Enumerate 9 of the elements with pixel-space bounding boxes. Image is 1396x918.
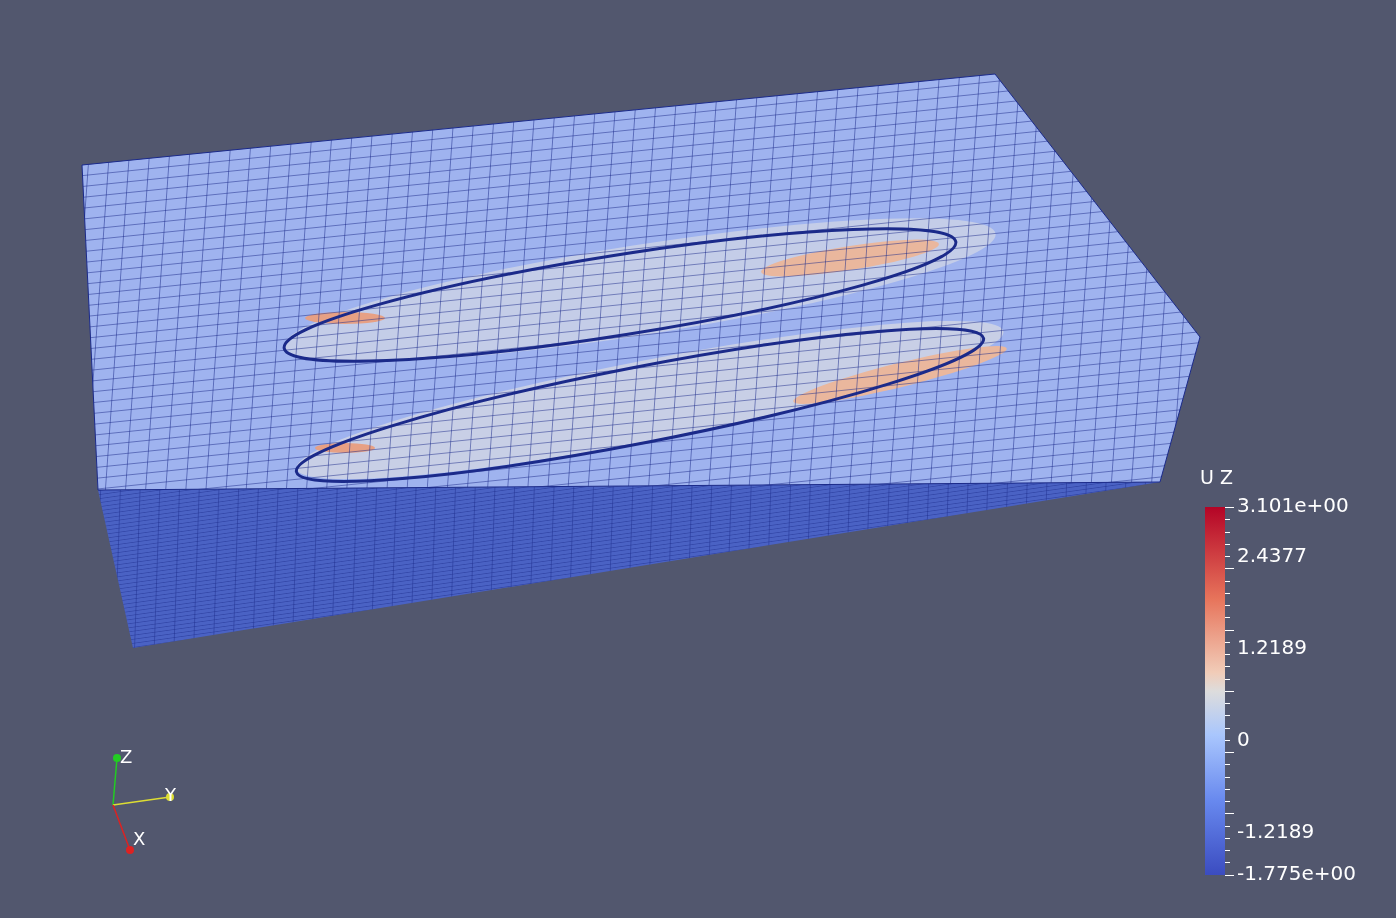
- axis-label: X: [133, 828, 146, 849]
- legend-value: 0: [1237, 728, 1250, 750]
- legend-value: 1.2189: [1237, 636, 1307, 658]
- legend-value: 3.101e+00: [1237, 494, 1349, 516]
- legend-value: -1.775e+00: [1237, 862, 1356, 884]
- legend-value: 2.4377: [1237, 544, 1307, 566]
- axis-label: Z: [120, 746, 133, 767]
- legend-title: U Z: [1200, 466, 1233, 488]
- legend-value: -1.2189: [1237, 820, 1315, 842]
